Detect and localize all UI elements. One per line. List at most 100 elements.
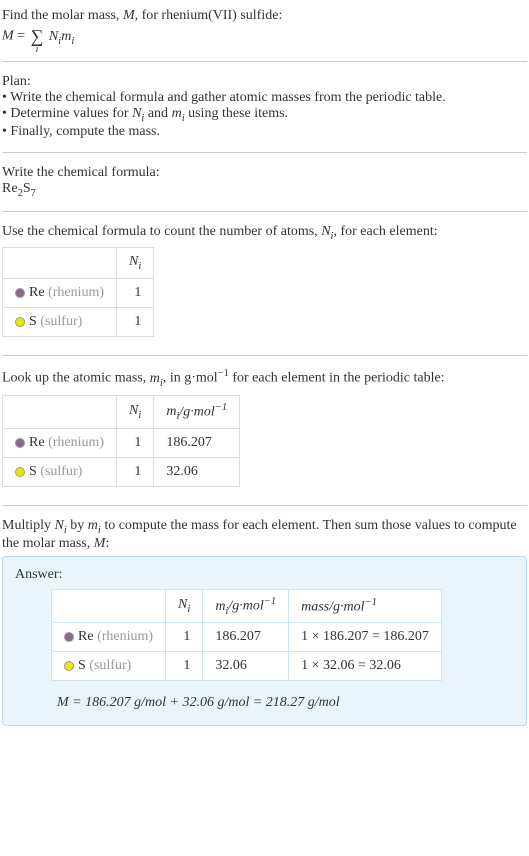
- final-equation: M = 186.207 g/mol + 32.06 g/mol = 218.27…: [51, 687, 514, 711]
- eq-m: mi: [61, 29, 74, 44]
- n-cell: 1: [117, 429, 154, 458]
- plan-b2-end: using these items.: [185, 106, 288, 121]
- element-name: (sulfur): [89, 658, 131, 673]
- col-element: [3, 395, 117, 428]
- calc-cell: 1 × 32.06 = 32.06: [289, 652, 442, 681]
- element-dot-icon: [15, 438, 25, 448]
- answer-label: Answer:: [15, 567, 514, 583]
- plan-and: and: [144, 106, 171, 121]
- element-name: (rhenium): [97, 629, 153, 644]
- s4b: by: [67, 518, 88, 533]
- formula-re: Re: [2, 181, 18, 196]
- n-cell: 1: [117, 458, 154, 487]
- plan-bullet-3: • Finally, compute the mass.: [2, 124, 527, 140]
- formula-s-sub: 7: [31, 188, 36, 199]
- element-dot-icon: [15, 317, 25, 327]
- mass-cell: 32.06: [154, 458, 240, 487]
- table-header-row: Ni mi/g·mol−1: [3, 395, 240, 428]
- element-cell: S (sulfur): [52, 652, 166, 681]
- element-dot-icon: [15, 288, 25, 298]
- element-dot-icon: [64, 661, 74, 671]
- step3-section: Look up the atomic mass, mi, in g·mol−1 …: [2, 364, 527, 497]
- molar-mass-equation: M = ∑i Nimi: [2, 24, 527, 49]
- col-mass: mass/g·mol−1: [289, 589, 442, 622]
- sigma-icon: ∑i: [31, 26, 44, 47]
- s4n: Ni: [55, 518, 67, 533]
- element-name: (sulfur): [40, 464, 82, 479]
- step3-heading: Look up the atomic mass, mi, in g·mol−1 …: [2, 368, 527, 388]
- step2-a: Use the chemical formula to count the nu…: [2, 224, 321, 239]
- table-header-row: Ni: [3, 248, 154, 279]
- element-cell: S (sulfur): [3, 458, 117, 487]
- table-row: S (sulfur) 1 32.06 1 × 32.06 = 32.06: [52, 652, 442, 681]
- table-header-row: Ni mi/g·mol−1 mass/g·mol−1: [52, 589, 442, 622]
- eq-n: Ni: [49, 29, 61, 44]
- n-cell: 1: [117, 308, 154, 337]
- step1-heading: Write the chemical formula:: [2, 165, 527, 181]
- divider: [2, 211, 527, 212]
- step4-section: Multiply Ni by mi to compute the mass fo…: [2, 514, 527, 730]
- s4d: :: [105, 536, 109, 551]
- step3-m: mi: [150, 371, 163, 386]
- mass-cell: 186.207: [203, 623, 289, 652]
- element-cell: Re (rhenium): [3, 279, 117, 308]
- plan-b2-a: • Determine values for: [2, 106, 132, 121]
- formula-s: S: [23, 181, 31, 196]
- element-cell: Re (rhenium): [3, 429, 117, 458]
- step2-heading: Use the chemical formula to count the nu…: [2, 224, 527, 242]
- divider: [2, 152, 527, 153]
- step3-exp: −1: [218, 368, 229, 379]
- plan-m: mi: [172, 106, 185, 121]
- s4m: mi: [88, 518, 101, 533]
- element-sym: Re: [78, 629, 94, 644]
- table-row: S (sulfur) 1: [3, 308, 154, 337]
- col-n: Ni: [117, 395, 154, 428]
- eq-eq: =: [14, 29, 29, 44]
- col-m: mi/g·mol−1: [203, 589, 289, 622]
- col-n: Ni: [117, 248, 154, 279]
- answer-content: Ni mi/g·mol−1 mass/g·mol−1 Re (rhenium) …: [15, 589, 514, 711]
- n-cell: 1: [166, 623, 203, 652]
- col-mass: mi/g·mol−1: [154, 395, 240, 428]
- divider: [2, 355, 527, 356]
- chemical-formula: Re2S7: [2, 181, 527, 199]
- mvar: M: [123, 8, 135, 23]
- eq-lhs: M: [2, 29, 14, 44]
- col-element: [52, 589, 166, 622]
- element-sym: S: [29, 464, 37, 479]
- element-name: (rhenium): [48, 435, 104, 450]
- col-element: [3, 248, 117, 279]
- atom-count-table: Ni Re (rhenium) 1 S (sulfur) 1: [2, 247, 154, 337]
- plan-bullet-2: • Determine values for Ni and mi using t…: [2, 106, 527, 124]
- intro-text-b: , for rhenium(VII) sulfide:: [135, 8, 283, 23]
- plan-section: Plan: • Write the chemical formula and g…: [2, 70, 527, 144]
- element-name: (sulfur): [40, 314, 82, 329]
- table-row: Re (rhenium) 1 186.207: [3, 429, 240, 458]
- answer-box: Answer: Ni mi/g·mol−1 mass/g·mol−1 Re (r…: [2, 556, 527, 726]
- element-cell: S (sulfur): [3, 308, 117, 337]
- divider: [2, 61, 527, 62]
- divider: [2, 505, 527, 506]
- element-sym: Re: [29, 435, 45, 450]
- table-row: S (sulfur) 1 32.06: [3, 458, 240, 487]
- step3-c: for each element in the periodic table:: [229, 371, 445, 386]
- plan-bullet-1: • Write the chemical formula and gather …: [2, 90, 527, 106]
- atomic-mass-table: Ni mi/g·mol−1 Re (rhenium) 1 186.207 S (…: [2, 395, 240, 487]
- mass-cell: 32.06: [203, 652, 289, 681]
- element-cell: Re (rhenium): [52, 623, 166, 652]
- table-row: Re (rhenium) 1 186.207 1 × 186.207 = 186…: [52, 623, 442, 652]
- step2-n: Ni: [321, 224, 333, 239]
- step2-b: , for each element:: [333, 224, 437, 239]
- step4-heading: Multiply Ni by mi to compute the mass fo…: [2, 518, 527, 552]
- intro-section: Find the molar mass, M, for rhenium(VII)…: [2, 4, 527, 53]
- mass-cell: 186.207: [154, 429, 240, 458]
- n-cell: 1: [117, 279, 154, 308]
- n-cell: 1: [166, 652, 203, 681]
- answer-table: Ni mi/g·mol−1 mass/g·mol−1 Re (rhenium) …: [51, 589, 442, 681]
- step3-b: , in g·mol: [163, 371, 218, 386]
- element-sym: S: [29, 314, 37, 329]
- element-dot-icon: [64, 632, 74, 642]
- element-sym: Re: [29, 285, 45, 300]
- step2-section: Use the chemical formula to count the nu…: [2, 220, 527, 348]
- s4a: Multiply: [2, 518, 55, 533]
